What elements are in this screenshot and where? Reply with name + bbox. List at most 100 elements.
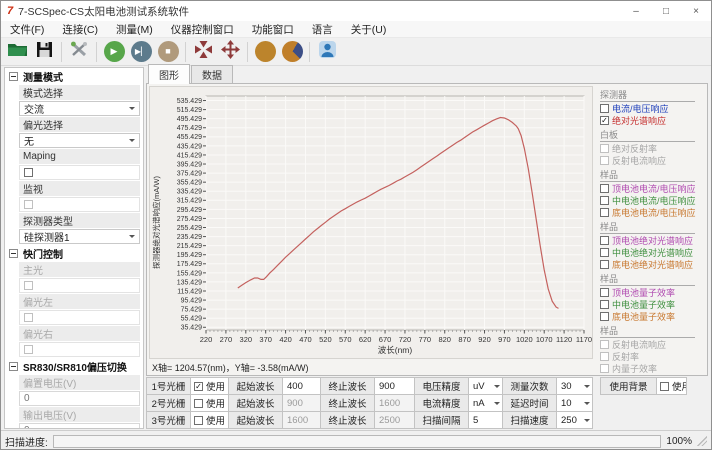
series-toggle-0-0[interactable]: 电流/电压响应 (600, 103, 703, 114)
end-wavelength-value[interactable]: 2500 (374, 411, 415, 429)
tab-data[interactable]: 数据 (191, 65, 233, 84)
menu-item-2[interactable]: 测量(M) (107, 22, 162, 37)
value-input[interactable]: 0 (19, 423, 140, 429)
menu-item-4[interactable]: 功能窗口 (243, 22, 303, 37)
scan-progress-percent: 100% (666, 436, 692, 447)
series-toggle-2-2[interactable]: 底电池电流/电压响应 (600, 207, 703, 218)
checkbox[interactable] (600, 260, 609, 269)
checkbox[interactable] (600, 156, 609, 165)
start-wavelength-value[interactable]: 1600 (282, 411, 321, 429)
minimize-button[interactable]: – (621, 1, 651, 21)
collapse-icon[interactable] (9, 362, 18, 371)
checkbox[interactable] (600, 288, 609, 297)
tab-graph[interactable]: 图形 (148, 64, 190, 84)
series-toggle-4-0[interactable]: 顶电池量子效率 (600, 287, 703, 298)
series-toggle-3-2[interactable]: 底电池绝对光谱响应 (600, 259, 703, 270)
move-arrows-button[interactable] (218, 40, 242, 64)
series-toggle-5-1[interactable]: 反射率 (600, 351, 703, 362)
checkbox[interactable] (24, 200, 33, 209)
checkbox[interactable] (660, 382, 669, 391)
checkbox[interactable] (600, 104, 609, 113)
checkbox-row[interactable] (19, 310, 140, 325)
stop-run-button[interactable]: ■ (156, 40, 180, 64)
series-toggle-5-0[interactable]: 反射电流响应 (600, 339, 703, 350)
center-arrows-button[interactable] (191, 40, 215, 64)
menu-item-1[interactable]: 连接(C) (53, 22, 107, 37)
menu-item-0[interactable]: 文件(F) (1, 22, 53, 37)
checkbox[interactable] (600, 248, 609, 257)
checkbox[interactable] (24, 168, 33, 177)
checkbox-row[interactable] (19, 278, 140, 293)
pie-chart-button[interactable] (280, 40, 304, 64)
series-toggle-1-0[interactable]: 绝对反射率 (600, 143, 703, 154)
step-run-button[interactable]: ▶▏ (129, 40, 153, 64)
series-toggle-2-0[interactable]: 顶电池电流/电压响应 (600, 183, 703, 194)
close-button[interactable]: × (681, 1, 711, 21)
series-toggle-3-1[interactable]: 中电池绝对光谱响应 (600, 247, 703, 258)
save-button[interactable] (32, 40, 56, 64)
end-wavelength-value[interactable]: 1600 (374, 394, 415, 412)
param1-value[interactable]: nA (468, 394, 503, 412)
section-header-0[interactable]: 测量模式 (5, 68, 143, 85)
menu-item-6[interactable]: 关于(U) (342, 22, 396, 37)
value-input[interactable]: 0 (19, 391, 140, 406)
param2-value[interactable]: 10 (556, 394, 593, 412)
series-toggle-2-1[interactable]: 中电池电流/电压响应 (600, 195, 703, 206)
checkbox[interactable] (194, 416, 203, 425)
checkbox[interactable] (600, 312, 609, 321)
param2-value[interactable]: 30 (556, 377, 593, 395)
grating-use-toggle[interactable]: 使用 (190, 411, 229, 429)
checkbox-row[interactable] (19, 165, 140, 180)
checkbox[interactable] (24, 281, 33, 290)
dropdown-select[interactable]: 无 (19, 133, 140, 148)
led-indicator-button[interactable] (253, 40, 277, 64)
section-header-2[interactable]: SR830/SR810偏压切换 (5, 358, 143, 375)
checkbox[interactable] (600, 340, 609, 349)
end-wavelength-value[interactable]: 900 (374, 377, 415, 395)
series-toggle-0-1[interactable]: ✓绝对光谱响应 (600, 115, 703, 126)
param1-value[interactable]: 5 (468, 411, 503, 429)
series-toggle-5-2[interactable]: 内量子效率 (600, 363, 703, 374)
checkbox[interactable] (600, 208, 609, 217)
maximize-button[interactable]: □ (651, 1, 681, 21)
checkbox[interactable] (600, 184, 609, 193)
checkbox-row[interactable] (19, 342, 140, 357)
grating-use-toggle[interactable]: ✓使用 (190, 377, 229, 395)
checkbox[interactable] (600, 352, 609, 361)
checkbox[interactable]: ✓ (194, 382, 203, 391)
menu-item-3[interactable]: 仪器控制窗口 (162, 22, 243, 37)
param1-value[interactable]: uV (468, 377, 503, 395)
series-toggle-1-1[interactable]: 反射电流响应 (600, 155, 703, 166)
series-toggle-3-0[interactable]: 顶电池绝对光谱响应 (600, 235, 703, 246)
checkbox-row[interactable] (19, 197, 140, 212)
background-use-toggle[interactable]: 使用 (656, 377, 687, 395)
section-header-1[interactable]: 快门控制 (5, 245, 143, 262)
collapse-icon[interactable] (9, 249, 18, 258)
dropdown-select[interactable]: 硅探测器1 (19, 229, 140, 244)
checkbox[interactable] (24, 313, 33, 322)
open-file-button[interactable] (5, 40, 29, 64)
checkbox[interactable] (600, 300, 609, 309)
resize-grip-icon[interactable] (697, 436, 707, 446)
checkbox[interactable] (24, 345, 33, 354)
menu-item-5[interactable]: 语言 (303, 22, 342, 37)
series-toggle-4-2[interactable]: 底电池量子效率 (600, 311, 703, 322)
end-wavelength-label: 终止波长 (320, 377, 375, 395)
collapse-icon[interactable] (9, 72, 18, 81)
checkbox[interactable]: ✓ (600, 116, 609, 125)
floppy-disk-icon (36, 41, 53, 63)
start-wavelength-value[interactable]: 400 (282, 377, 321, 395)
param2-value[interactable]: 250 (556, 411, 593, 429)
checkbox[interactable] (600, 144, 609, 153)
user-account-button[interactable] (315, 40, 339, 64)
settings-tools-button[interactable] (67, 40, 91, 64)
grating-use-toggle[interactable]: 使用 (190, 394, 229, 412)
start-run-button[interactable]: ▶ (102, 40, 126, 64)
checkbox[interactable] (600, 364, 609, 373)
checkbox[interactable] (194, 399, 203, 408)
checkbox[interactable] (600, 236, 609, 245)
start-wavelength-value[interactable]: 900 (282, 394, 321, 412)
dropdown-select[interactable]: 交流 (19, 101, 140, 116)
checkbox[interactable] (600, 196, 609, 205)
series-toggle-4-1[interactable]: 中电池量子效率 (600, 299, 703, 310)
